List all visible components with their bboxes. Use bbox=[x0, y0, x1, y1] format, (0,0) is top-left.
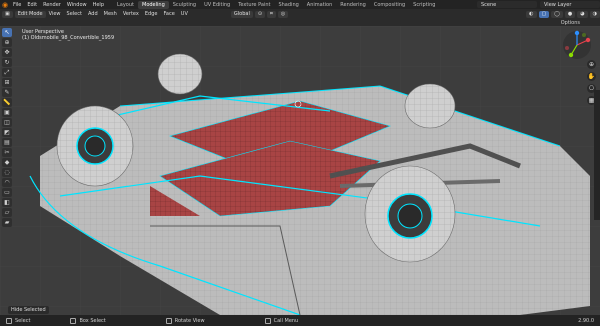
wireframe-shading-icon[interactable]: ◯ bbox=[551, 10, 563, 18]
snap-icon[interactable]: ⌗ bbox=[267, 10, 276, 18]
version-label: 2.90.0 bbox=[578, 317, 594, 324]
main-menu: File Edit Render Window Help bbox=[10, 2, 107, 8]
knife-tool-icon[interactable]: ✂ bbox=[2, 148, 12, 157]
status-select-label: Select bbox=[15, 317, 31, 324]
pivot-icon[interactable]: ⊙ bbox=[254, 10, 266, 18]
wheel-front-left bbox=[56, 105, 134, 187]
menu-file[interactable]: File bbox=[10, 2, 24, 8]
inset-tool-icon[interactable]: ◫ bbox=[2, 118, 12, 127]
solid-shading-icon[interactable]: ● bbox=[564, 10, 576, 18]
zoom-icon[interactable]: ⊕ bbox=[587, 60, 596, 69]
blender-logo-icon[interactable]: ◉ bbox=[0, 0, 10, 9]
xray-icon[interactable]: ▢ bbox=[538, 10, 550, 18]
mouse-left-icon bbox=[6, 317, 12, 324]
rendered-shading-icon[interactable]: ◑ bbox=[589, 10, 600, 18]
tab-rendering[interactable]: Rendering bbox=[336, 1, 370, 9]
menu-select[interactable]: Select bbox=[64, 11, 85, 17]
top-bar: ◉ File Edit Render Window Help Layout Mo… bbox=[0, 0, 600, 9]
last-operator-panel[interactable]: Hide Selected bbox=[8, 306, 49, 314]
move-tool-icon[interactable]: ✥ bbox=[2, 48, 12, 57]
car-mesh-render bbox=[0, 26, 600, 315]
status-box-select-label: Box Select bbox=[79, 317, 106, 324]
tab-sculpting[interactable]: Sculpting bbox=[169, 1, 200, 9]
shrink-tool-icon[interactable]: ◧ bbox=[2, 198, 12, 207]
status-call-menu-label: Call Menu bbox=[273, 317, 299, 324]
wheel-rear-left bbox=[157, 53, 203, 95]
workspace-tabs: Layout Modeling Sculpting UV Editing Tex… bbox=[113, 0, 439, 9]
material-shading-icon[interactable]: ◕ bbox=[577, 10, 588, 18]
topbar-right: Scene View Layer bbox=[474, 0, 600, 9]
smooth-tool-icon[interactable]: ◠ bbox=[2, 178, 12, 187]
editor-type-button[interactable]: ▣ bbox=[2, 10, 13, 18]
proportional-icon[interactable]: ◎ bbox=[277, 10, 289, 18]
loopcut-tool-icon[interactable]: ▤ bbox=[2, 138, 12, 147]
tab-layout[interactable]: Layout bbox=[113, 1, 138, 9]
scale-tool-icon[interactable]: ⤢ bbox=[2, 68, 12, 77]
mode-label: Edit Mode bbox=[17, 11, 43, 17]
scene-selector[interactable]: Scene bbox=[477, 1, 537, 8]
wheel-front-right bbox=[364, 165, 456, 263]
spin-tool-icon[interactable]: ◌ bbox=[2, 168, 12, 177]
viewport-subheader: Options bbox=[0, 19, 600, 26]
annotate-tool-icon[interactable]: ✎ bbox=[2, 88, 12, 97]
status-rotate-label: Rotate View bbox=[174, 317, 205, 324]
status-select: Select bbox=[6, 317, 31, 324]
menu-help[interactable]: Help bbox=[90, 2, 107, 8]
rip-tool-icon[interactable]: ▰ bbox=[2, 218, 12, 227]
object-name: (1) Oldsmobile_98_Convertible_1959 bbox=[22, 35, 115, 41]
scene-name: Scene bbox=[481, 1, 497, 8]
status-box-select: Box Select bbox=[70, 317, 106, 324]
status-call-menu: Call Menu bbox=[264, 317, 299, 324]
tab-shading[interactable]: Shading bbox=[274, 1, 302, 9]
3d-viewport[interactable] bbox=[0, 26, 600, 315]
header-menus: View Select Add Mesh Vertex Edge Face UV bbox=[46, 11, 191, 17]
tool-shelf: ↖ ⊕ ✥ ↻ ⤢ ⊞ ✎ 📏 ▣ ◫ ◩ ▤ ✂ ◆ ◌ ◠ ▭ ◧ ▱ ▰ bbox=[2, 28, 12, 227]
tab-compositing[interactable]: Compositing bbox=[370, 1, 409, 9]
mouse-drag-icon bbox=[70, 317, 77, 324]
sidebar-tabs[interactable] bbox=[594, 90, 600, 220]
last-operator-label: Hide Selected bbox=[11, 307, 46, 313]
pan-icon[interactable]: ✋ bbox=[587, 72, 596, 81]
menu-face[interactable]: Face bbox=[160, 11, 177, 17]
menu-edge[interactable]: Edge bbox=[142, 11, 161, 17]
view-layer-selector[interactable]: View Layer bbox=[540, 1, 600, 8]
polybuild-tool-icon[interactable]: ◆ bbox=[2, 158, 12, 167]
menu-mesh[interactable]: Mesh bbox=[101, 11, 120, 17]
mouse-right-icon bbox=[264, 317, 271, 324]
mouse-middle-icon bbox=[165, 317, 172, 324]
status-bar: Select Box Select Rotate View Call Menu … bbox=[0, 315, 600, 326]
tab-scripting[interactable]: Scripting bbox=[409, 1, 439, 9]
menu-uv[interactable]: UV bbox=[178, 11, 191, 17]
tab-uv-editing[interactable]: UV Editing bbox=[200, 1, 234, 9]
menu-render[interactable]: Render bbox=[40, 2, 64, 8]
viewport-header: ▣ Edit Mode View Select Add Mesh Vertex … bbox=[0, 9, 600, 19]
menu-view[interactable]: View bbox=[46, 11, 64, 17]
mode-selector[interactable]: Edit Mode bbox=[14, 10, 46, 18]
overlay-icon[interactable]: ◐ bbox=[526, 10, 537, 18]
view-layer-name: View Layer bbox=[544, 1, 572, 8]
viewport-info: User Perspective (1) Oldsmobile_98_Conve… bbox=[22, 29, 114, 41]
bevel-tool-icon[interactable]: ◩ bbox=[2, 128, 12, 137]
menu-window[interactable]: Window bbox=[64, 2, 90, 8]
edge-slide-tool-icon[interactable]: ▭ bbox=[2, 188, 12, 197]
menu-vertex[interactable]: Vertex bbox=[120, 11, 142, 17]
wheel-rear-right bbox=[404, 83, 456, 129]
shear-tool-icon[interactable]: ▱ bbox=[2, 208, 12, 217]
menu-add[interactable]: Add bbox=[85, 11, 101, 17]
rotate-tool-icon[interactable]: ↻ bbox=[2, 58, 12, 67]
cursor-tool-icon[interactable]: ⊕ bbox=[2, 38, 12, 47]
extrude-tool-icon[interactable]: ▣ bbox=[2, 108, 12, 117]
options-label[interactable]: Options bbox=[561, 20, 580, 26]
menu-edit[interactable]: Edit bbox=[24, 2, 40, 8]
tab-modeling[interactable]: Modeling bbox=[138, 0, 169, 9]
transform-tool-icon[interactable]: ⊞ bbox=[2, 78, 12, 87]
select-tool-icon[interactable]: ↖ bbox=[2, 28, 12, 37]
orientation-label: Global bbox=[233, 11, 250, 17]
orientation-selector[interactable]: Global bbox=[230, 10, 253, 18]
measure-tool-icon[interactable]: 📏 bbox=[2, 98, 12, 107]
tab-texture-paint[interactable]: Texture Paint bbox=[234, 1, 274, 9]
navigation-gizmo[interactable] bbox=[562, 30, 592, 60]
status-rotate: Rotate View bbox=[165, 317, 205, 324]
tab-animation[interactable]: Animation bbox=[303, 1, 337, 9]
